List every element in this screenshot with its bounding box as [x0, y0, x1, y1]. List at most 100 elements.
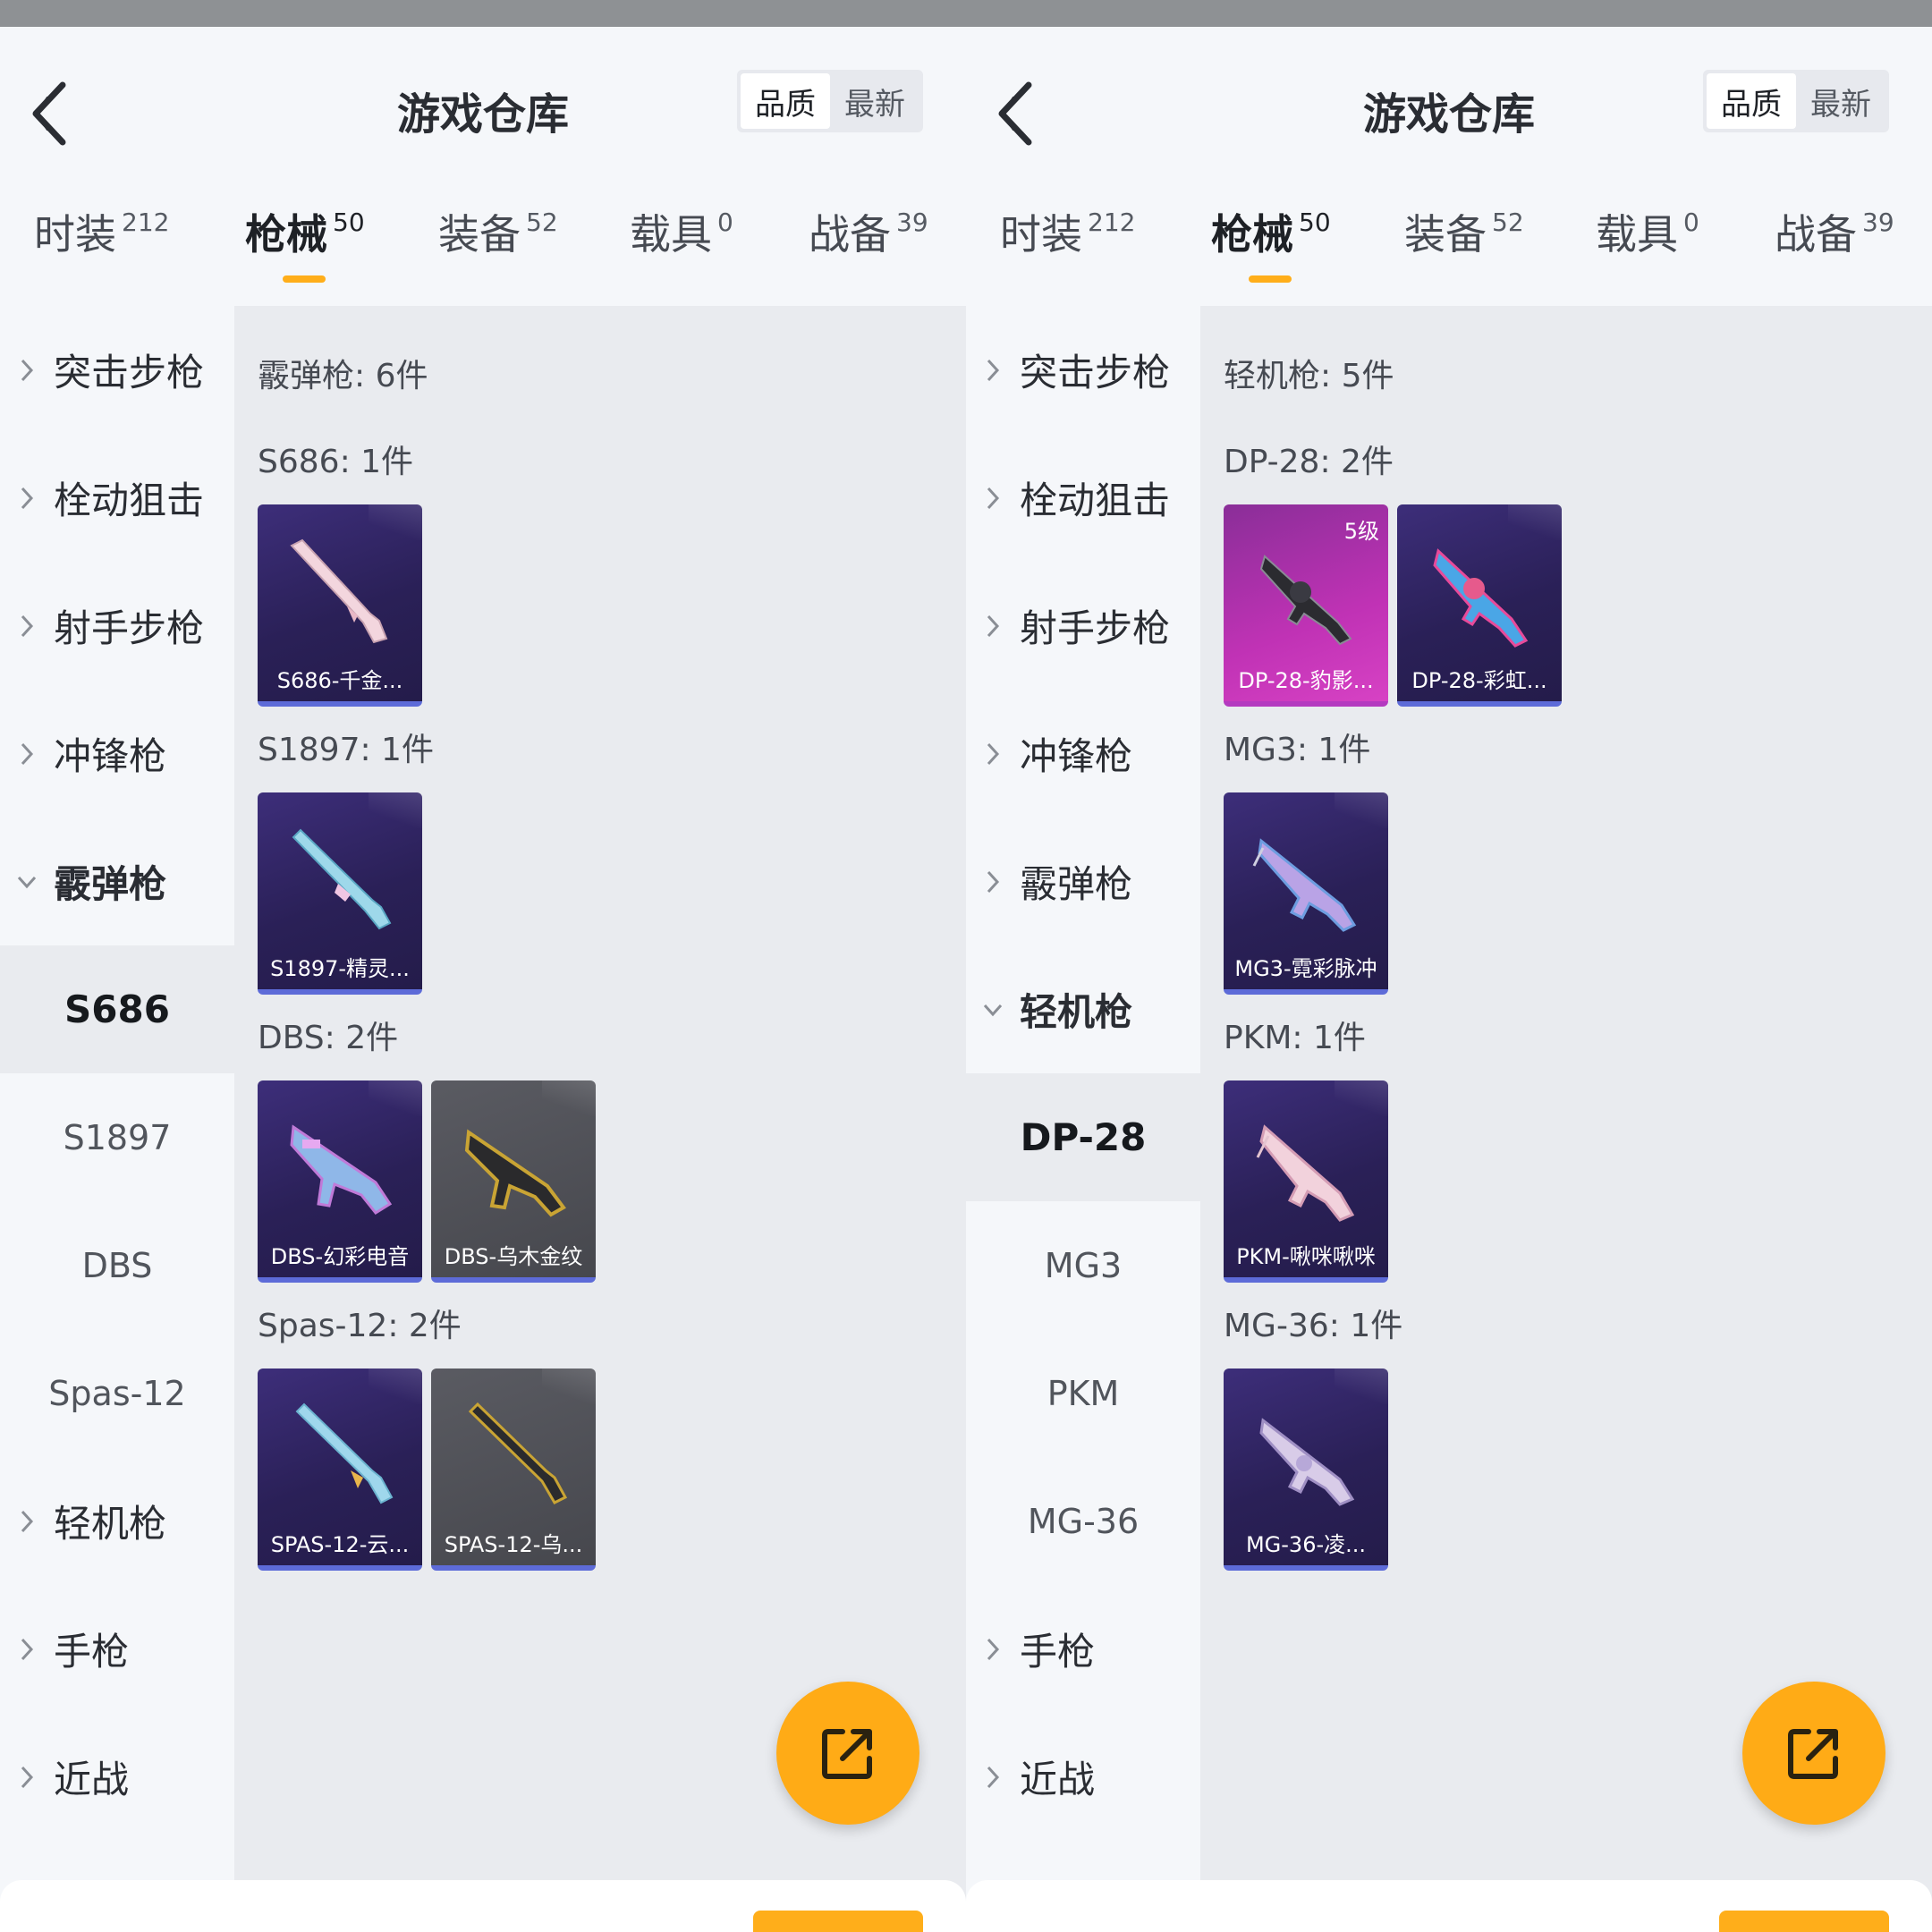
share-button[interactable] — [1742, 1682, 1885, 1825]
weapon-card[interactable]: SPAS-12-乌... — [431, 1368, 596, 1571]
sidebar-subitem-s686[interactable]: S686 — [0, 945, 234, 1073]
warehouse-panel-right: 游戏仓库 品质 最新 时装 212 枪械 50 装备 52 载具 0 战备 39 突击步枪… — [966, 27, 1932, 1932]
chevron-right-icon — [987, 1638, 1000, 1660]
chevron-right-icon — [987, 614, 1000, 637]
sidebar-item-bolt-sniper[interactable]: 栓动狙击 — [966, 434, 1200, 562]
category-tabs: 时装 212 枪械 50 装备 52 载具 0 战备 39 — [966, 206, 1932, 304]
sidebar-item-melee[interactable]: 近战 — [966, 1713, 1200, 1841]
sidebar-item-label: 冲锋枪 — [54, 734, 167, 778]
share-icon — [1788, 1729, 1838, 1779]
sidebar-item-bolt-sniper[interactable]: 栓动狙击 — [0, 434, 234, 562]
card-label: S1897-精灵... — [270, 956, 410, 981]
shotgun-skin-icon — [295, 1402, 394, 1504]
tab-guns[interactable]: 枪械 50 — [245, 206, 365, 304]
tab-vehicles[interactable]: 载具 0 — [1596, 206, 1699, 304]
card-label: DP-28-豹影... — [1238, 668, 1374, 693]
sidebar-item-label: 手枪 — [54, 1630, 130, 1674]
weapon-card[interactable]: DBS-幻彩电音 — [258, 1080, 422, 1283]
sidebar-item-smg[interactable]: 冲锋枪 — [0, 690, 234, 818]
weapon-card[interactable]: MG-36-凌... — [1224, 1368, 1388, 1571]
sidebar-subitem-mg36[interactable]: MG-36 — [966, 1457, 1200, 1585]
weapon-type-sidebar: 突击步枪 栓动狙击 射手步枪 冲锋枪 霰弹枪 轻机枪 DP-28 MG3 PKM… — [966, 306, 1200, 1907]
card-label: PKM-啾咪啾咪 — [1236, 1244, 1376, 1269]
chevron-right-icon — [987, 487, 1000, 509]
tab-fashion[interactable]: 时装 212 — [34, 206, 169, 304]
tab-supplies[interactable]: 战备 39 — [1775, 206, 1894, 304]
sidebar-subitem-s1897[interactable]: S1897 — [0, 1073, 234, 1201]
weapon-card[interactable]: PKM-啾咪啾咪 — [1224, 1080, 1388, 1283]
bottom-action-button[interactable] — [753, 1911, 923, 1932]
weapon-card[interactable]: DP-28-彩虹... — [1397, 504, 1562, 707]
sidebar-item-marksman-rifle[interactable]: 射手步枪 — [0, 562, 234, 690]
chevron-right-icon — [21, 1638, 34, 1660]
weapon-card[interactable]: SPAS-12-云... — [258, 1368, 422, 1571]
tab-equipment[interactable]: 装备 52 — [438, 206, 558, 304]
group-header: DBS: 2件 — [258, 1020, 399, 1056]
sidebar-item-shotgun[interactable]: 霰弹枪 — [966, 818, 1200, 945]
sidebar-item-lmg[interactable]: 轻机枪 — [966, 945, 1200, 1073]
sort-newest-button[interactable]: 最新 — [1796, 73, 1885, 129]
tab-equipment[interactable]: 装备 52 — [1404, 206, 1524, 304]
sidebar-item-label: 轻机枪 — [54, 1502, 167, 1546]
weapon-card[interactable]: S1897-精灵... — [258, 792, 422, 995]
card-label: DP-28-彩虹... — [1411, 668, 1547, 693]
tab-count: 50 — [1299, 208, 1331, 237]
bottom-action-button[interactable] — [1719, 1911, 1889, 1932]
sidebar-subitem-mg3[interactable]: MG3 — [966, 1201, 1200, 1329]
tab-guns[interactable]: 枪械 50 — [1211, 206, 1331, 304]
chevron-right-icon — [21, 1510, 34, 1532]
sort-newest-button[interactable]: 最新 — [830, 73, 919, 129]
tab-supplies[interactable]: 战备 39 — [809, 206, 928, 304]
sidebar-item-lmg[interactable]: 轻机枪 — [0, 1457, 234, 1585]
weapon-card[interactable]: 5级 DP-28-豹影... — [1224, 504, 1388, 707]
tab-label: 装备 — [1404, 210, 1487, 258]
sidebar-item-pistol[interactable]: 手枪 — [0, 1585, 234, 1713]
sidebar-item-assault-rifle[interactable]: 突击步枪 — [966, 306, 1200, 434]
tab-label: 载具 — [630, 210, 712, 258]
lmg-skin-icon — [1433, 548, 1529, 648]
lmg-skin-icon — [1256, 1124, 1355, 1222]
sort-quality-button[interactable]: 品质 — [741, 73, 830, 129]
sidebar-item-label: 手枪 — [1020, 1630, 1096, 1674]
weapon-card[interactable]: MG3-霓彩脉冲 — [1224, 792, 1388, 995]
card-label: MG3-霓彩脉冲 — [1234, 956, 1377, 981]
weapon-card[interactable]: DBS-乌木金纹 — [431, 1080, 596, 1283]
tab-label: 时装 — [1000, 210, 1082, 258]
group-header: MG-36: 1件 — [1224, 1308, 1403, 1344]
sidebar-item-smg[interactable]: 冲锋枪 — [966, 690, 1200, 818]
sidebar-subitem-dbs[interactable]: DBS — [0, 1201, 234, 1329]
shotgun-skin-icon — [464, 1129, 566, 1217]
shotgun-skin-icon — [290, 1124, 393, 1215]
sidebar-item-label: 近战 — [1020, 1758, 1096, 1801]
sidebar-subitem-pkm[interactable]: PKM — [966, 1329, 1200, 1457]
shotgun-skin-icon — [468, 1402, 568, 1504]
sort-toggle: 品质 最新 — [1703, 70, 1889, 132]
sidebar-subitem-spas12[interactable]: Spas-12 — [0, 1329, 234, 1457]
sidebar-item-melee[interactable]: 近战 — [0, 1713, 234, 1841]
sidebar-item-pistol[interactable]: 手枪 — [966, 1585, 1200, 1713]
sidebar-item-label: 霰弹枪 — [1020, 862, 1133, 906]
share-button[interactable] — [776, 1682, 919, 1825]
tab-count: 212 — [1088, 208, 1136, 237]
sidebar-item-assault-rifle[interactable]: 突击步枪 — [0, 306, 234, 434]
sort-quality-button[interactable]: 品质 — [1707, 73, 1796, 129]
sidebar-subitem-dp28[interactable]: DP-28 — [966, 1073, 1200, 1201]
tab-vehicles[interactable]: 载具 0 — [630, 206, 733, 304]
weapon-card[interactable]: S686-千金... — [258, 504, 422, 707]
chevron-right-icon — [21, 487, 34, 509]
tab-count: 0 — [1683, 208, 1699, 237]
sidebar-item-label: 冲锋枪 — [1020, 734, 1133, 778]
tab-count: 39 — [1862, 208, 1894, 237]
tab-fashion[interactable]: 时装 212 — [1000, 206, 1135, 304]
sidebar-item-marksman-rifle[interactable]: 射手步枪 — [966, 562, 1200, 690]
sidebar-item-label: 射手步枪 — [1020, 606, 1171, 650]
tab-active-indicator — [1249, 275, 1292, 283]
tab-active-indicator — [283, 275, 326, 283]
chevron-right-icon — [987, 742, 1000, 765]
chevron-right-icon — [21, 359, 34, 381]
chevron-down-icon — [983, 1004, 1003, 1016]
sidebar-item-shotgun[interactable]: 霰弹枪 — [0, 818, 234, 945]
weapon-type-sidebar: 突击步枪 栓动狙击 射手步枪 冲锋枪 霰弹枪 S686 S1897 DBS Sp… — [0, 306, 234, 1907]
card-label: S686-千金... — [276, 668, 403, 693]
card-label: DBS-乌木金纹 — [444, 1244, 583, 1269]
